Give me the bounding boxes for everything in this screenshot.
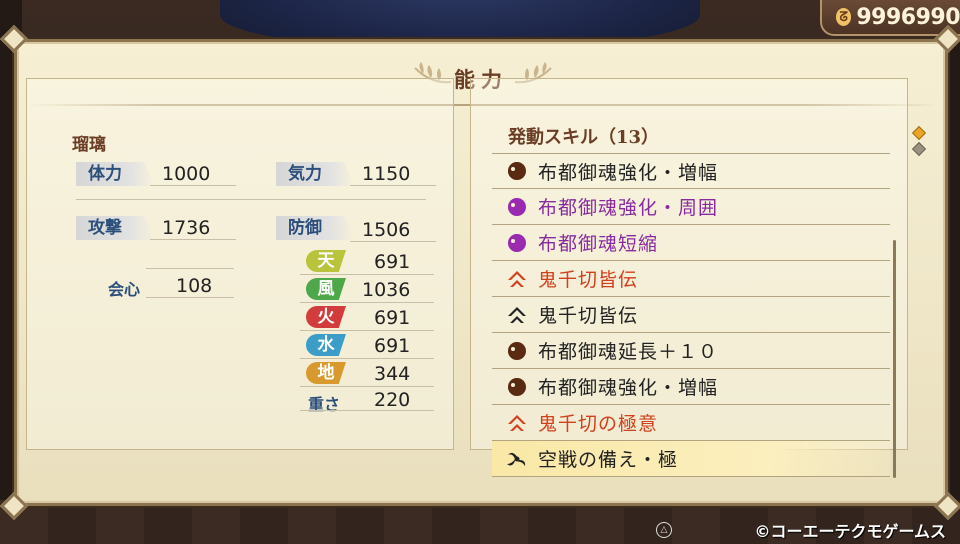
defense-value: 1506 [362, 219, 411, 241]
skill-row[interactable]: 布都御魂強化・増幅 [492, 153, 890, 189]
currency-value: 9996990 [856, 4, 960, 30]
magatama-icon [506, 160, 528, 182]
chevron-mark-icon [506, 412, 528, 434]
skill-name: 布都御魂短縮 [538, 233, 659, 255]
panel-divider [458, 78, 466, 450]
stat-underline [350, 185, 436, 186]
stat-underline [300, 330, 434, 331]
triangle-button-icon[interactable]: △ [656, 522, 672, 538]
skills-header: 発動スキル（13） [508, 127, 660, 148]
magatama-icon [506, 196, 528, 218]
section-divider [76, 199, 426, 200]
critical-label: 会心 [108, 280, 141, 299]
element-value: 691 [374, 335, 411, 357]
skill-scrollbar[interactable] [893, 240, 896, 478]
stat-underline [146, 268, 234, 269]
coin-icon: ᘔ [836, 8, 852, 26]
chevron-mark-icon [506, 268, 528, 290]
skill-name: 鬼千切皆伝 [538, 269, 639, 291]
weight-label: 重さ [308, 395, 341, 414]
currency-display: ᘔ 9996990 [820, 0, 960, 36]
magatama-icon [506, 232, 528, 254]
chevron-mark-icon [506, 304, 528, 326]
magatama-icon [506, 340, 528, 362]
skill-name: 布都御魂強化・周囲 [538, 197, 719, 219]
magatama-icon [506, 376, 528, 398]
skill-row[interactable]: 鬼千切皆伝 [492, 297, 890, 333]
stat-underline [300, 274, 434, 275]
skill-name: 布都御魂強化・増幅 [538, 161, 719, 184]
ki-value: 1150 [362, 163, 411, 185]
skill-row[interactable]: 空戦の備え・極 [492, 441, 890, 477]
ki-label: 気力 [276, 162, 354, 186]
stat-underline [300, 410, 434, 411]
stamina-label: 体力 [76, 162, 154, 186]
skill-name: 空戦の備え・極 [538, 449, 679, 471]
stat-underline [150, 185, 236, 186]
stat-underline [146, 297, 234, 298]
element-value: 344 [374, 363, 411, 385]
skill-name: 布都御魂強化・増幅 [538, 377, 719, 399]
skill-name: 鬼千切皆伝 [538, 305, 639, 327]
stat-underline [300, 358, 434, 359]
stamina-value: 1000 [162, 163, 211, 185]
triskelion-icon [506, 448, 528, 470]
skill-row[interactable]: 鬼千切皆伝 [492, 261, 890, 297]
skill-list[interactable]: 布都御魂強化・増幅 布都御魂強化・周囲 布都御魂短縮 鬼千切皆伝 鬼千切皆伝 布都御魂延長… [492, 153, 890, 477]
skill-row[interactable]: 布都御魂強化・増幅 [492, 369, 890, 405]
skill-row[interactable]: 布都御魂強化・周囲 [492, 189, 890, 225]
skill-row[interactable]: 布都御魂延長＋１０ [492, 333, 890, 369]
stat-underline [300, 386, 434, 387]
skill-name: 布都御魂延長＋１０ [538, 341, 719, 363]
skill-row[interactable]: 鬼千切の極意 [492, 405, 890, 441]
character-name: 瑠璃 [72, 135, 106, 155]
copyright-text: ©コーエーテクモゲームス [754, 522, 946, 541]
attack-value: 1736 [162, 217, 211, 239]
skill-name: 鬼千切の極意 [538, 413, 659, 435]
critical-value: 108 [176, 275, 213, 297]
element-value: 1036 [362, 279, 411, 301]
skill-row[interactable]: 布都御魂短縮 [492, 225, 890, 261]
weight-value: 220 [374, 389, 411, 411]
stat-underline [150, 239, 236, 240]
stat-underline [350, 241, 436, 242]
attack-label: 攻撃 [76, 216, 154, 240]
defense-label: 防御 [276, 216, 354, 240]
element-value: 691 [374, 307, 411, 329]
stat-underline [300, 302, 434, 303]
element-value: 691 [374, 251, 411, 273]
